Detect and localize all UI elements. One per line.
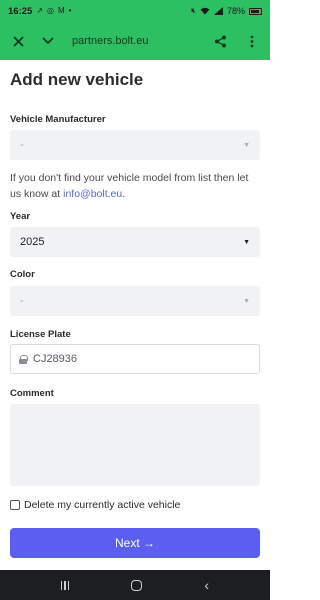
color-value: - — [20, 295, 24, 307]
back-button[interactable]: ‹ — [204, 577, 209, 593]
status-time: 16:25 — [8, 5, 33, 17]
battery-percent: 78% — [226, 6, 245, 16]
chevron-down-icon — [42, 37, 54, 45]
share-button[interactable] — [210, 31, 230, 51]
year-select[interactable]: 2025 ▼ — [10, 227, 260, 257]
next-button[interactable]: Next → — [10, 528, 260, 558]
more-vertical-icon — [250, 35, 254, 47]
helper-message: If you don't find your vehicle model fro… — [10, 172, 249, 200]
delete-active-vehicle-option[interactable]: Delete my currently active vehicle — [10, 499, 180, 511]
license-plate-label: License Plate — [10, 329, 71, 340]
year-label: Year — [10, 211, 31, 222]
manufacturer-label: Vehicle Manufacturer — [10, 114, 106, 125]
manufacturer-select[interactable]: - ▼ — [10, 130, 260, 160]
page-title: Add new vehicle — [10, 70, 144, 89]
share-icon — [214, 35, 226, 47]
url-text[interactable]: partners.bolt.eu — [72, 35, 148, 47]
dropdown-arrow-icon: ▼ — [243, 238, 250, 246]
delete-active-vehicle-checkbox[interactable] — [10, 500, 20, 510]
dot-icon: • — [68, 6, 72, 15]
dropdown-arrow-icon: ▼ — [243, 297, 250, 305]
comment-label: Comment — [10, 388, 54, 399]
more-menu-button[interactable] — [242, 31, 262, 51]
gmail-icon: M — [58, 6, 65, 15]
home-button[interactable] — [131, 579, 143, 591]
delete-active-vehicle-label: Delete my currently active vehicle — [24, 499, 181, 511]
dropdown-arrow-icon: ▼ — [243, 141, 250, 149]
browser-toolbar: partners.bolt.eu — [0, 22, 270, 60]
lock-icon — [19, 354, 28, 364]
support-email-link[interactable]: info@bolt.eu — [63, 188, 122, 200]
battery-icon — [249, 7, 262, 15]
close-icon — [12, 35, 24, 47]
comment-textarea[interactable] — [10, 404, 260, 486]
year-value: 2025 — [20, 236, 45, 248]
mute-icon: 🔇︎ — [190, 6, 196, 15]
manufacturer-value: - — [20, 139, 24, 151]
missed-call-icon: ↗ — [36, 6, 44, 15]
collapse-button[interactable] — [38, 31, 58, 51]
close-button[interactable] — [8, 31, 28, 51]
license-plate-value: CJ28936 — [33, 353, 78, 365]
helper-suffix: . — [122, 188, 126, 200]
signal-icon — [213, 7, 223, 15]
helper-text: If you don't find your vehicle model fro… — [10, 170, 262, 202]
messenger-icon: ◎ — [47, 6, 54, 15]
color-label: Color — [10, 269, 35, 280]
page-content: Add new vehicle Vehicle Manufacturer - ▼… — [0, 60, 270, 570]
wifi-icon — [200, 7, 210, 15]
license-plate-input[interactable]: CJ28936 — [10, 344, 260, 374]
system-navigation-bar: ‹ — [0, 570, 270, 600]
color-select[interactable]: - ▼ — [10, 286, 260, 316]
status-bar: 16:25 ↗ ◎ M • 🔇︎ 78% — [0, 0, 270, 22]
recent-apps-button[interactable] — [60, 580, 70, 590]
